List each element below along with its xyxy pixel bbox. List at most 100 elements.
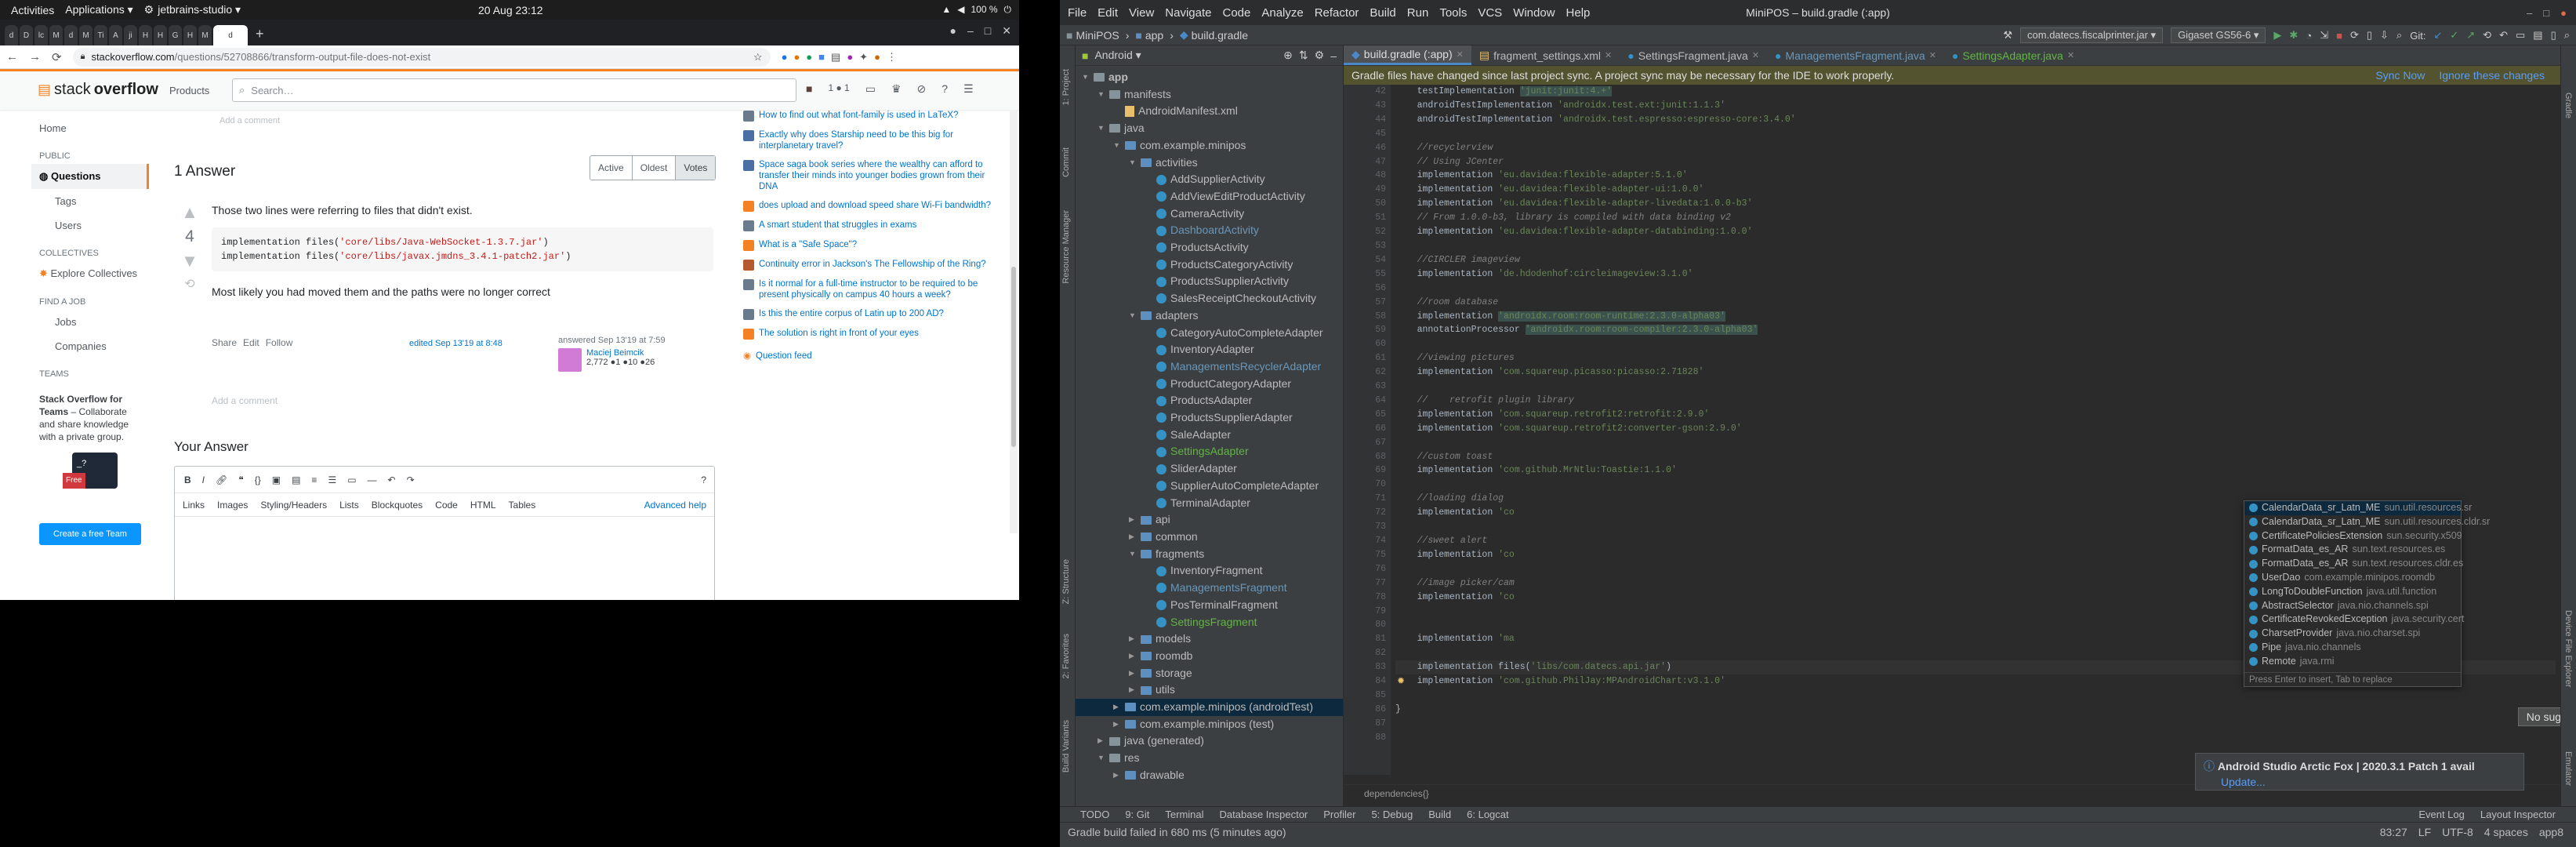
extension-icon[interactable]: ▤ <box>831 51 840 64</box>
browser-tab[interactable]: H <box>183 25 197 45</box>
hot-question[interactable]: Space saga book series where the wealthy… <box>743 159 1002 192</box>
tree-item[interactable]: ▼ com.example.minipos <box>1076 137 1343 154</box>
browser-tab[interactable]: lc <box>34 25 48 45</box>
tree-item[interactable]: ProductsSupplierActivity <box>1076 273 1343 290</box>
completion-item[interactable]: LongToDoubleFunction java.util.function <box>2244 585 2461 599</box>
extension-icon[interactable]: ● <box>782 51 788 64</box>
expanded-arrow-icon[interactable]: ▼ <box>1098 86 1105 104</box>
help-tab-html[interactable]: HTML <box>470 500 496 511</box>
tree-item[interactable]: ▶ roomdb <box>1076 648 1343 665</box>
help-tab-lists[interactable]: Lists <box>339 500 359 511</box>
menu-refactor[interactable]: Refactor <box>1315 6 1359 20</box>
tool-todo[interactable]: TODO <box>1080 809 1109 820</box>
tab-settings-fragment[interactable]: ● SettingsFragment.java ✕ <box>1620 45 1767 65</box>
extensions-puzzle-icon[interactable]: ✦ <box>859 51 868 64</box>
bookmark-star-icon[interactable]: ☆ <box>753 51 763 64</box>
browser-tab[interactable]: d <box>64 25 78 45</box>
collapse-icon[interactable]: ⇅ <box>1299 49 1308 62</box>
tree-item[interactable]: SupplierAutoCompleteAdapter <box>1076 478 1343 495</box>
help-tab-tables[interactable]: Tables <box>509 500 536 511</box>
git-rollback-icon[interactable]: ↶ <box>2499 29 2508 42</box>
achievements-icon[interactable]: ♛ <box>891 82 902 96</box>
git-branch[interactable]: app8 <box>2539 826 2563 838</box>
stop-icon[interactable]: ■ <box>2336 30 2342 42</box>
project-view-selector[interactable]: Android ▾ <box>1094 49 1141 62</box>
hot-question[interactable]: Is this the entire corpus of Latin up to… <box>743 308 1002 320</box>
tool-event-log[interactable]: Event Log <box>2418 809 2465 820</box>
expanded-arrow-icon[interactable]: ▼ <box>1129 154 1137 172</box>
expanded-arrow-icon[interactable]: ▼ <box>1098 750 1105 767</box>
tree-item[interactable]: ProductsCategoryActivity <box>1076 256 1343 274</box>
browser-tab[interactable]: M <box>198 25 212 45</box>
collapsed-arrow-icon[interactable]: ▶ <box>1113 767 1121 784</box>
rule-icon[interactable]: — <box>368 474 377 485</box>
tree-item[interactable]: SaleAdapter <box>1076 427 1343 444</box>
reload-icon[interactable]: ⟳ <box>52 50 62 64</box>
browser-tab[interactable]: ji <box>124 25 137 45</box>
tool-favorites[interactable]: 2: Favorites <box>1061 634 1071 678</box>
answer-editor[interactable]: B I 🔗︎ ❝ {} ▣ ▤ ≡ ☰ ▭ — ↶ ↷ ? Links Imag… <box>174 466 715 600</box>
tree-item[interactable]: SettingsFragment <box>1076 614 1343 631</box>
git-push-icon[interactable]: ↗ <box>2466 29 2475 42</box>
profile-avatar[interactable]: ● <box>874 51 880 64</box>
close-icon[interactable]: ● <box>2560 7 2567 19</box>
menu-tools[interactable]: Tools <box>1439 6 1467 20</box>
completion-item[interactable]: AbstractSelector java.nio.channels.spi <box>2244 599 2461 613</box>
tree-item[interactable]: AddViewEditProductActivity <box>1076 188 1343 205</box>
collapsed-arrow-icon[interactable]: ▶ <box>1098 732 1105 750</box>
completion-popup[interactable]: CalendarData_sr_Latn_ME sun.util.resource… <box>2244 500 2490 687</box>
close-icon[interactable]: ✕ <box>1002 24 1011 38</box>
file-encoding[interactable]: UTF-8 <box>2442 826 2473 838</box>
system-tray[interactable]: ▲ ◀ 100 % ⏻ <box>942 4 1011 16</box>
tree-item[interactable]: ▶ api <box>1076 511 1343 529</box>
history-icon[interactable]: ⟲ <box>174 276 205 292</box>
tree-item[interactable]: PosTerminalFragment <box>1076 597 1343 614</box>
browser-tab[interactable]: Ti <box>94 25 107 45</box>
collapsed-arrow-icon[interactable]: ▶ <box>1129 665 1137 682</box>
collapsed-arrow-icon[interactable]: ▶ <box>1129 648 1137 665</box>
ordered-list-icon[interactable]: ≡ <box>311 474 317 485</box>
hide-icon[interactable]: – <box>1330 49 1337 62</box>
tree-item[interactable]: ProductsSupplierAdapter <box>1076 409 1343 427</box>
browser-tab[interactable]: G <box>169 25 182 45</box>
sort-votes-button[interactable]: Votes <box>676 156 716 180</box>
tab-settings-adapter[interactable]: ● SettingsAdapter.java ✕ <box>1944 45 2082 65</box>
tool-gradle[interactable]: Gradle <box>2563 93 2573 118</box>
completion-item[interactable]: CertificateRevokedException java.security… <box>2244 613 2464 627</box>
menu-code[interactable]: Code <box>1222 6 1250 20</box>
tree-item[interactable]: CategoryAutoCompleteAdapter <box>1076 325 1343 342</box>
layout-icon[interactable]: ▭ <box>2516 29 2525 42</box>
completion-item[interactable]: CalendarData_sr_Latn_ME sun.util.resource… <box>2244 501 2472 515</box>
nav-explore-collectives[interactable]: ✸ Explore Collectives <box>31 261 149 286</box>
minimize-icon[interactable]: – <box>967 24 974 38</box>
sort-active-button[interactable]: Active <box>590 156 633 180</box>
user-avatar[interactable]: ■ <box>806 82 812 96</box>
expanded-arrow-icon[interactable]: ▼ <box>1129 546 1137 563</box>
run-icon[interactable]: ▶ <box>2273 29 2281 42</box>
hot-question-link[interactable]: Is it normal for a full-time instructor … <box>759 278 1002 300</box>
add-comment-link[interactable]: Add a comment <box>212 395 278 406</box>
hot-question-link[interactable]: Continuity error in Jackson's The Fellow… <box>759 259 986 271</box>
tree-item[interactable]: ManagementsFragment <box>1076 580 1343 597</box>
hot-question[interactable]: The solution is right in front of your e… <box>743 328 1002 340</box>
scrollbar-thumb[interactable] <box>1011 267 1016 447</box>
follow-link[interactable]: Follow <box>266 337 293 348</box>
line-separator[interactable]: LF <box>2418 826 2431 838</box>
hammer-icon[interactable]: ⚒ <box>2003 29 2012 42</box>
menu-file[interactable]: File <box>1068 6 1087 20</box>
edited-link[interactable]: edited Sep 13'19 at 8:48 <box>409 339 503 348</box>
expanded-arrow-icon[interactable]: ▼ <box>1098 120 1105 137</box>
tree-item[interactable]: InventoryAdapter <box>1076 341 1343 358</box>
search-input[interactable]: ⌕ Search… <box>232 78 796 102</box>
completion-item[interactable]: CalendarData_sr_Latn_ME sun.util.resource… <box>2244 515 2490 529</box>
new-tab-icon[interactable]: + <box>256 26 264 42</box>
extension-icon[interactable]: ● <box>793 51 800 64</box>
snippet-icon[interactable]: ▤ <box>292 474 300 485</box>
tree-item[interactable]: SettingsAdapter <box>1076 443 1343 460</box>
tree-item[interactable]: AddSupplierActivity <box>1076 171 1343 188</box>
tree-item[interactable]: CameraActivity <box>1076 205 1343 223</box>
extension-icon[interactable]: ■ <box>818 51 825 64</box>
tree-item[interactable]: ▼ res <box>1076 750 1343 767</box>
extension-icon[interactable]: ● <box>847 51 853 64</box>
tree-item[interactable]: ▶ java (generated) <box>1076 732 1343 750</box>
